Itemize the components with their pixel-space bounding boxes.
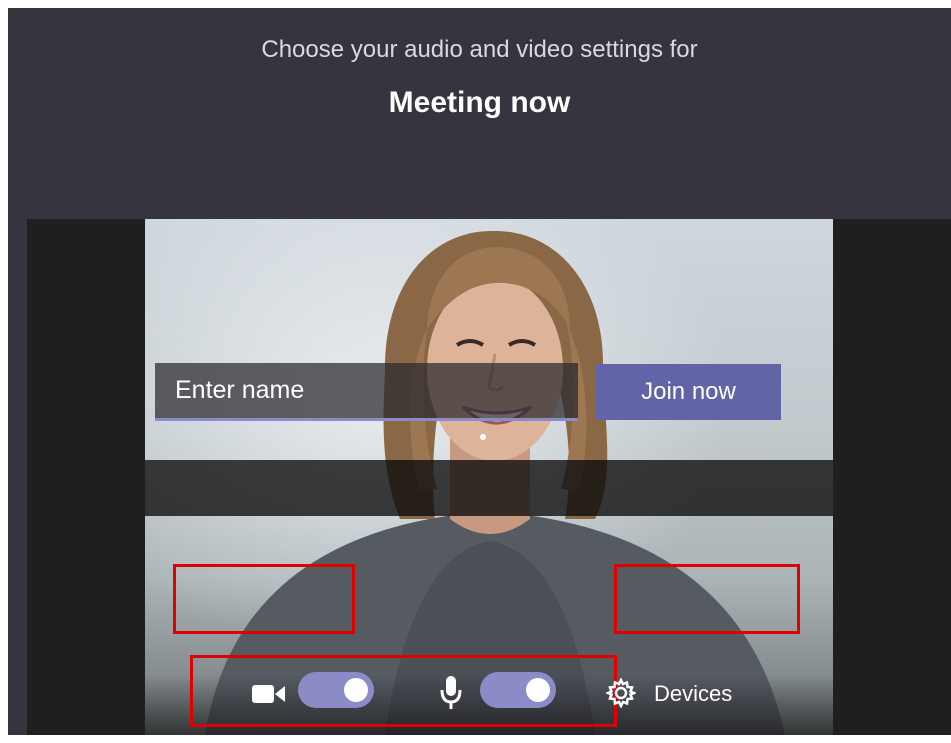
gear-icon[interactable] [604, 677, 638, 713]
microphone-toggle[interactable] [480, 672, 556, 708]
meeting-title: Meeting now [388, 86, 571, 119]
media-controls-bar [145, 460, 833, 516]
camera-icon [252, 683, 286, 710]
camera-toggle-knob [344, 678, 368, 702]
devices-button[interactable]: Devices [654, 681, 732, 707]
page-subtitle: Choose your audio and video settings for [261, 36, 698, 63]
microphone-icon [440, 676, 462, 715]
microphone-toggle-knob [526, 678, 550, 702]
camera-toggle[interactable] [298, 672, 374, 708]
pre-join-screen: Choose your audio and video settings for… [8, 8, 951, 735]
name-input[interactable] [155, 363, 578, 421]
join-now-button[interactable]: Join now [596, 364, 781, 420]
